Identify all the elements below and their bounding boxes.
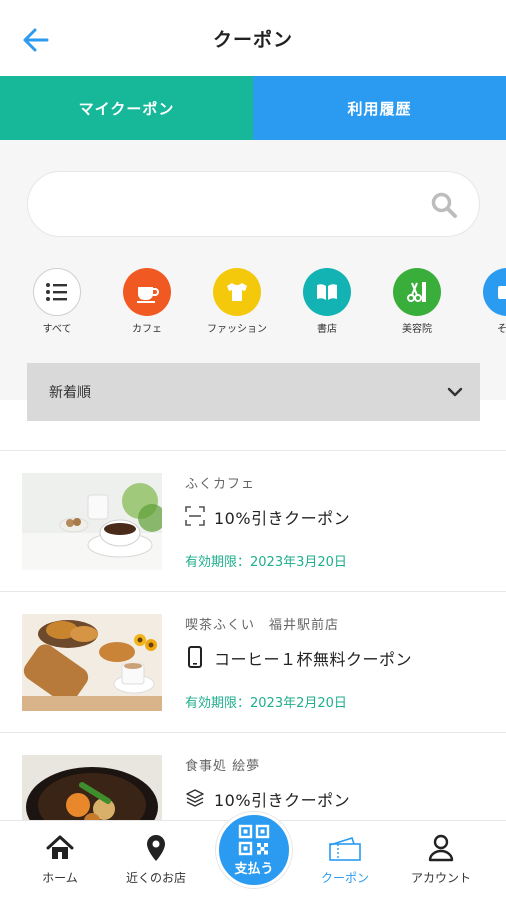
qr-code-icon: [238, 824, 270, 855]
coupon-card[interactable]: 喫茶ふくい 福井駅前店 コーヒー１杯無料クーポン 有効期限：2023年2月20日: [0, 591, 506, 732]
coupon-expiry: 有効期限：2023年2月20日: [185, 696, 347, 711]
map-pin-icon: [147, 835, 165, 861]
coupon-expiry: 有効期限：2023年3月20日: [185, 555, 347, 570]
scissors-comb-icon: [393, 268, 441, 316]
category-salon[interactable]: 美容院: [377, 268, 457, 335]
ticket-icon: [329, 836, 361, 861]
scan-icon: [185, 506, 205, 526]
category-other[interactable]: その: [467, 268, 506, 335]
filter-panel: すべて カフェ ファッション 書店 美容院 そ 新着順: [0, 140, 506, 421]
coupon-image: [22, 614, 162, 711]
tshirt-icon: [213, 268, 261, 316]
app-header: クーポン: [0, 0, 506, 76]
coupon-image: [22, 473, 162, 570]
search-icon[interactable]: [429, 190, 459, 220]
book-icon: [303, 268, 351, 316]
coupon-card[interactable]: ふくカフェ 10%引きクーポン 有効期限：2023年3月20日: [0, 450, 506, 591]
tab-my-coupons[interactable]: マイクーポン: [0, 76, 253, 140]
chevron-down-icon: [447, 387, 463, 397]
coffee-cup-icon: [123, 268, 171, 316]
category-cafe[interactable]: カフェ: [107, 268, 187, 335]
nav-nearby-label: 近くのお店: [125, 871, 186, 885]
coupon-title: 10%引きクーポン: [214, 509, 351, 528]
page-title: クーポン: [212, 28, 293, 51]
coupon-shop-name: 食事処 絵夢: [185, 759, 261, 774]
list-icon: [33, 268, 81, 316]
sort-select[interactable]: 新着順: [27, 363, 480, 421]
coupon-shop-name: 喫茶ふくい 福井駅前店: [185, 618, 340, 633]
coupon-tabs: マイクーポン 利用履歴: [0, 76, 506, 140]
coupon-list: ふくカフェ 10%引きクーポン 有効期限：2023年3月20日 喫茶ふくい 福井…: [0, 450, 506, 873]
nav-home-label: ホーム: [42, 871, 78, 885]
sort-selected-label: 新着順: [49, 385, 91, 401]
nav-account[interactable]: アカウント: [396, 833, 486, 886]
nav-coupon[interactable]: クーポン: [300, 833, 390, 886]
nav-nearby-shops[interactable]: 近くのお店: [111, 833, 201, 886]
nav-coupon-label: クーポン: [320, 871, 369, 885]
back-button[interactable]: [18, 22, 54, 58]
category-filter: すべて カフェ ファッション 書店 美容院 そ: [0, 268, 506, 340]
category-label: カフェ: [132, 324, 162, 335]
category-bookstore[interactable]: 書店: [287, 268, 367, 335]
nav-home[interactable]: ホーム: [15, 833, 105, 886]
smartphone-icon: [188, 646, 202, 668]
more-icon: [483, 268, 506, 316]
search-input[interactable]: [52, 188, 432, 222]
layers-icon: [186, 789, 204, 807]
category-label: その: [497, 324, 506, 335]
home-icon: [46, 835, 74, 859]
search-box: [27, 171, 480, 237]
pay-button[interactable]: 支払う: [216, 812, 292, 888]
category-label: 書店: [317, 324, 337, 335]
nav-account-label: アカウント: [410, 871, 471, 885]
arrow-left-icon: [23, 28, 49, 52]
coupon-shop-name: ふくカフェ: [185, 477, 256, 492]
pay-button-label: 支払う: [234, 861, 274, 877]
coupon-title: 10%引きクーポン: [214, 791, 351, 810]
category-label: すべて: [42, 324, 72, 335]
coupon-title: コーヒー１杯無料クーポン: [214, 650, 413, 669]
category-label: 美容院: [402, 324, 432, 335]
tab-usage-history[interactable]: 利用履歴: [253, 76, 506, 140]
category-label: ファッション: [207, 324, 267, 335]
category-fashion[interactable]: ファッション: [197, 268, 277, 335]
category-all[interactable]: すべて: [17, 268, 97, 335]
user-icon: [428, 834, 454, 862]
